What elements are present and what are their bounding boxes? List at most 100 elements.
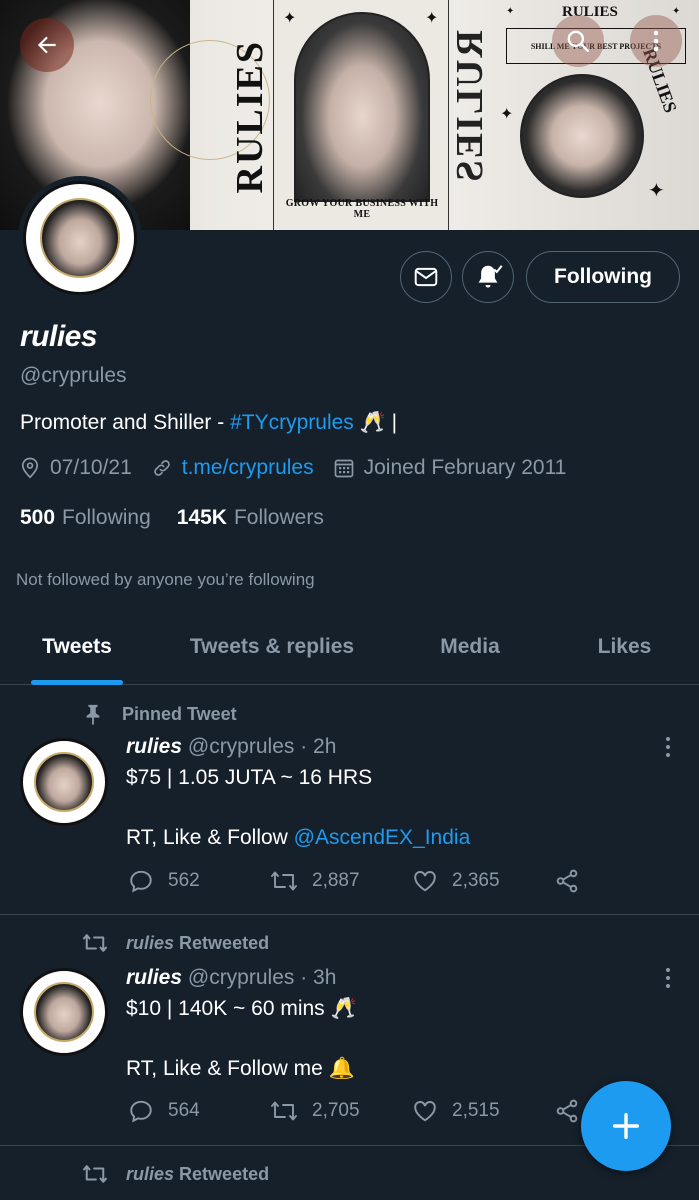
pinned-label: Pinned Tweet	[122, 703, 237, 724]
avatar-image	[33, 751, 95, 813]
tweet-more-button[interactable]	[665, 967, 671, 994]
followers-label: Followers	[233, 506, 324, 529]
retweeted-label: Retweeted	[179, 932, 270, 953]
bio-hashtag-link[interactable]: #TYcryprules	[230, 411, 354, 434]
tab-label: Likes	[597, 635, 652, 658]
tab-likes[interactable]: Likes	[550, 610, 699, 684]
tweet-author-handle[interactable]: @cryprules	[188, 735, 295, 758]
banner-grow-text: GROW YOUR BUSINESS WITH ME	[285, 198, 439, 220]
tab-media[interactable]: Media	[390, 610, 550, 684]
tweet[interactable]: Pinned Tweet rulies @cryprules · 2h $75 …	[0, 686, 699, 915]
retweet-button[interactable]: 2,705	[270, 1098, 412, 1124]
more-options-button[interactable]	[630, 15, 682, 67]
avatar-image	[40, 198, 120, 278]
retweet-count: 2,887	[312, 870, 360, 891]
link-icon	[153, 460, 170, 476]
following-count-link[interactable]: 500 Following	[20, 506, 151, 530]
sparkle-icon: ✦	[283, 10, 297, 27]
joined-item: Joined February 2011	[334, 456, 567, 480]
avatar-frame	[20, 738, 108, 826]
reply-icon	[130, 1100, 152, 1123]
active-tab-indicator	[31, 680, 123, 685]
plus-icon	[612, 1112, 640, 1140]
tweet-author-name[interactable]: rulies	[126, 735, 182, 758]
retweet-icon	[271, 871, 297, 891]
profile-handle: @cryprules	[20, 364, 127, 387]
location-item: 07/10/21	[20, 456, 132, 480]
tweet-line: RT, Like & Follow me 🔔	[126, 1057, 355, 1080]
bell-check-icon	[478, 265, 503, 288]
tab-label: Tweets	[42, 635, 112, 658]
profile-tabs: Tweets Tweets & replies Media Likes	[0, 610, 699, 685]
arrow-left-icon	[37, 36, 56, 54]
pin-icon	[86, 704, 100, 725]
tab-tweets-replies[interactable]: Tweets & replies	[154, 610, 390, 684]
tweet-text: $10 | 140K ~ 60 mins 🥂 RT, Like & Follow…	[126, 994, 357, 1084]
like-count: 2,365	[452, 870, 500, 891]
bio-suffix: 🥂 |	[353, 411, 398, 434]
tweet-line: RT, Like & Follow @AscendEX_India	[126, 823, 470, 853]
heart-icon	[414, 871, 436, 892]
pinned-context: Pinned Tweet	[82, 702, 237, 726]
tweet-more-button[interactable]	[665, 736, 671, 763]
banner-rulies-vertical-left: RULIES	[229, 40, 271, 194]
retweet-button[interactable]: 2,887	[270, 868, 412, 894]
message-button[interactable]	[400, 251, 452, 303]
tweet-avatar[interactable]	[20, 738, 108, 826]
compose-tweet-button[interactable]	[581, 1081, 671, 1171]
like-button[interactable]: 2,365	[412, 868, 554, 894]
tweet-line-prefix: RT, Like & Follow	[126, 826, 294, 849]
retweeter-name[interactable]: rulies	[126, 933, 174, 954]
sparkle-icon: ✦	[506, 6, 515, 17]
tweet-time: · 2h	[300, 735, 337, 758]
retweet-context: rulies Retweeted	[82, 932, 269, 954]
website-link[interactable]: t.me/cryprules	[182, 456, 314, 480]
not-followed-notice: Not followed by anyone you’re following	[16, 570, 315, 589]
following-label: Following	[62, 506, 151, 529]
retweet-icon	[271, 1101, 297, 1121]
share-icon	[556, 869, 578, 893]
back-button[interactable]	[20, 18, 74, 72]
reply-icon	[130, 870, 152, 893]
mention-link[interactable]: @AscendEX_India	[294, 826, 471, 849]
followers-count: 145K	[176, 506, 227, 529]
tweet-author-name[interactable]: rulies	[126, 966, 182, 989]
tweet-line: $10 | 140K ~ 60 mins 🥂	[126, 997, 357, 1020]
tab-tweets[interactable]: Tweets	[0, 610, 154, 685]
following-button[interactable]: Following	[526, 251, 680, 303]
profile-avatar[interactable]	[18, 176, 142, 300]
joined-text: Joined February 2011	[363, 456, 567, 479]
location-text: 07/10/21	[50, 456, 132, 479]
avatar-frame	[23, 181, 137, 295]
search-button[interactable]	[552, 15, 604, 67]
profile-bio: Promoter and Shiller - #TYcryprules 🥂 |	[20, 411, 397, 435]
sparkle-icon: ✦	[425, 10, 439, 27]
sparkle-icon: ✦	[648, 180, 665, 202]
tweet-author-handle[interactable]: @cryprules	[188, 966, 295, 989]
calendar-icon	[334, 459, 353, 478]
following-count: 500	[20, 506, 56, 529]
like-count: 2,515	[452, 1100, 500, 1121]
notifications-button[interactable]	[462, 251, 514, 303]
reply-button[interactable]: 564	[128, 1098, 270, 1124]
followers-count-link[interactable]: 145K Followers	[177, 506, 324, 530]
tab-label: Media	[440, 635, 500, 658]
tweet-header: rulies @cryprules · 3h	[126, 966, 336, 990]
retweet-icon	[82, 934, 108, 952]
reply-count: 562	[168, 870, 200, 891]
reply-button[interactable]: 562	[128, 868, 270, 894]
like-button[interactable]: 2,515	[412, 1098, 554, 1124]
avatar-image	[33, 981, 95, 1043]
tab-label: Tweets & replies	[189, 635, 355, 658]
follow-stats: 500 Following 145K Followers	[20, 506, 350, 530]
banner-circle-portrait	[520, 74, 644, 198]
tweet-avatar[interactable]	[20, 968, 108, 1056]
tweet-actions: 564 2,705 2,515	[128, 1098, 594, 1124]
envelope-icon	[414, 267, 438, 287]
search-icon	[567, 30, 589, 52]
retweet-count: 2,705	[312, 1100, 360, 1121]
website-item[interactable]: t.me/cryprules	[152, 456, 314, 480]
share-button[interactable]	[554, 868, 594, 894]
retweeter-name[interactable]: rulies	[126, 1164, 174, 1185]
banner-rulies-vertical-right: RULIES	[449, 30, 491, 184]
